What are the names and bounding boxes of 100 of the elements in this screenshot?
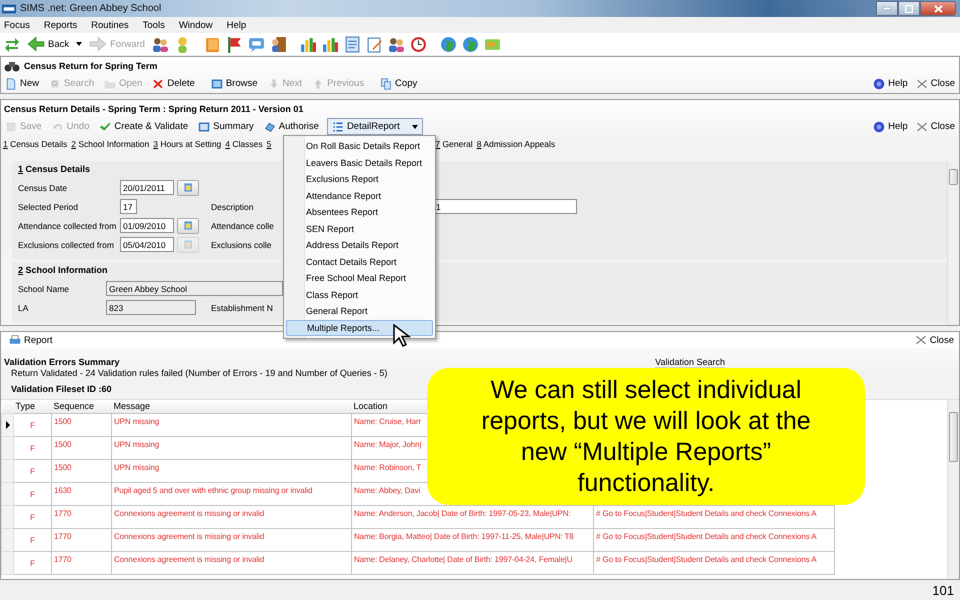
document-icon — [344, 36, 361, 52]
close-button[interactable]: Close — [912, 334, 956, 346]
help-icon — [873, 78, 886, 90]
section-link[interactable]: 8 Admission Appeals — [476, 139, 556, 149]
menu-item[interactable]: SEN Report — [286, 220, 433, 237]
chart-icon — [300, 36, 317, 52]
scrollbar-thumb[interactable] — [949, 169, 958, 185]
section-link[interactable]: 2 School Information — [71, 139, 150, 149]
date-field[interactable]: 01/09/2010 — [120, 218, 174, 233]
close-button[interactable]: Close — [914, 78, 957, 90]
text-field[interactable]: 1 — [433, 199, 577, 214]
page-icon — [5, 78, 17, 90]
minimize-button[interactable] — [876, 1, 898, 16]
number-field[interactable]: 17 — [120, 199, 137, 214]
slide-number: 101 — [932, 582, 954, 598]
close-button[interactable]: Close — [914, 120, 957, 132]
back-button[interactable]: Back — [25, 35, 72, 53]
field-label: LA — [18, 302, 30, 312]
table-cell: Connexions agreement is missing or invalid — [112, 505, 352, 528]
table-cell: Name: Borgia, Matteo| Date of Birth: 1997-11-25, Male|UPN: T8 — [352, 528, 594, 551]
menu-item[interactable]: On Roll Basic Details Report — [286, 138, 433, 154]
date-field[interactable]: 05/04/2010 — [120, 237, 174, 252]
toolbar-button[interactable]: Authorise — [262, 120, 321, 132]
section-link[interactable]: 4 Classes — [225, 139, 263, 149]
section-link[interactable]: 1 Census Details — [3, 139, 68, 149]
minimize-icon — [883, 7, 891, 10]
copy-icon — [380, 78, 392, 90]
table-cell: 1500 — [52, 436, 112, 459]
section-link[interactable]: 7 General — [435, 139, 473, 149]
text-field[interactable]: Green Abbey School — [106, 281, 283, 296]
row-header[interactable] — [2, 413, 14, 436]
switch-button[interactable] — [4, 36, 20, 52]
maximize-button[interactable] — [898, 1, 920, 16]
scrollbar[interactable] — [947, 400, 959, 579]
field-label: Exclusions collected from — [18, 240, 115, 250]
scrollbar[interactable] — [947, 161, 959, 325]
table-cell: F — [14, 413, 52, 436]
table-cell: Pupil aged 5 and over with ethnic group missing or invalid — [112, 482, 352, 505]
table-cell: F — [14, 505, 52, 528]
toolbar-button[interactable]: Copy — [378, 78, 420, 90]
field-label: Selected Period — [18, 202, 80, 212]
toolbar-button[interactable]: New — [3, 78, 42, 90]
close-button[interactable] — [920, 1, 956, 16]
menu-item[interactable]: Address Details Report — [286, 237, 433, 254]
menu-item[interactable]: Leavers Basic Details Report — [286, 154, 433, 171]
table-cell: F — [14, 528, 52, 551]
toolbar-button[interactable]: Delete — [150, 78, 197, 90]
menu-item[interactable]: Free School Meal Report — [286, 270, 433, 286]
people-icon — [388, 36, 405, 52]
calendar-icon — [182, 220, 194, 231]
menu-item[interactable]: General Report — [286, 303, 433, 320]
flag-icon — [226, 36, 243, 52]
field-label: Exclusions colle — [211, 240, 272, 250]
globe-icon — [462, 36, 479, 52]
table-cell: 1500 — [52, 459, 112, 482]
menu-item[interactable]: Reports — [44, 20, 78, 30]
toolbar-button[interactable] — [226, 36, 243, 52]
help-button[interactable]: Help — [871, 120, 910, 132]
toolbar-button[interactable] — [152, 36, 169, 52]
checkmark-icon — [99, 120, 112, 132]
menu-item[interactable]: Tools — [142, 20, 165, 30]
date-field[interactable]: 20/01/2011 — [120, 180, 174, 195]
text-field[interactable]: 823 — [106, 300, 196, 315]
calendar-button[interactable] — [177, 180, 199, 196]
table-cell: 1770 — [52, 528, 112, 551]
panel-title: Census Return for Spring Term — [24, 60, 158, 70]
toolbar-button[interactable] — [388, 36, 405, 52]
table-cell: # Go to Focus|Student|Student Details and check Connexions A — [594, 551, 834, 574]
menu-item[interactable]: Multiple Reports... — [286, 320, 433, 336]
field-label: Attendance colle — [211, 220, 274, 230]
toolbar-button[interactable]: Create & Validate — [97, 120, 190, 132]
table-cell: 1770 — [52, 505, 112, 528]
menu-item[interactable]: Contact Details Report — [286, 254, 433, 270]
toolbar-button[interactable] — [410, 36, 427, 52]
column-header: Sequence — [52, 400, 112, 413]
close-icon — [916, 120, 928, 132]
table-cell: 1770 — [52, 551, 112, 574]
menu-item[interactable]: Absentees Report — [286, 204, 433, 220]
section-link[interactable]: 3 Hours at Setting — [153, 139, 222, 149]
toolbar-button[interactable]: Summary — [196, 120, 256, 132]
menu-item[interactable]: Attendance Report — [286, 188, 433, 204]
menu-item[interactable]: Exclusions Report — [286, 171, 433, 188]
app-logo-icon — [2, 2, 16, 16]
scrollbar-thumb[interactable] — [949, 412, 958, 462]
menu-item[interactable]: Help — [226, 20, 246, 30]
menu-item[interactable]: Routines — [91, 20, 129, 30]
menu-item[interactable]: Focus — [4, 20, 30, 30]
toolbar-button[interactable]: Browse — [208, 78, 260, 90]
report-button[interactable]: Report — [7, 334, 55, 346]
calendar-icon — [182, 239, 194, 250]
field-label: Establishment N — [211, 302, 273, 312]
menu-item[interactable]: Class Report — [286, 286, 433, 303]
panel-title: Census Return Details - Spring Term : Spring Return 2011 - Version 01 — [4, 104, 304, 114]
maximize-icon — [905, 4, 913, 12]
table-cell: 1500 — [52, 413, 112, 436]
calendar-button[interactable] — [177, 218, 199, 234]
help-button[interactable]: Help — [871, 78, 910, 90]
report-dropdown-button[interactable]: DetailReport — [326, 118, 423, 135]
section-link[interactable]: 5 — [266, 139, 272, 149]
menu-item[interactable]: Window — [178, 20, 213, 30]
